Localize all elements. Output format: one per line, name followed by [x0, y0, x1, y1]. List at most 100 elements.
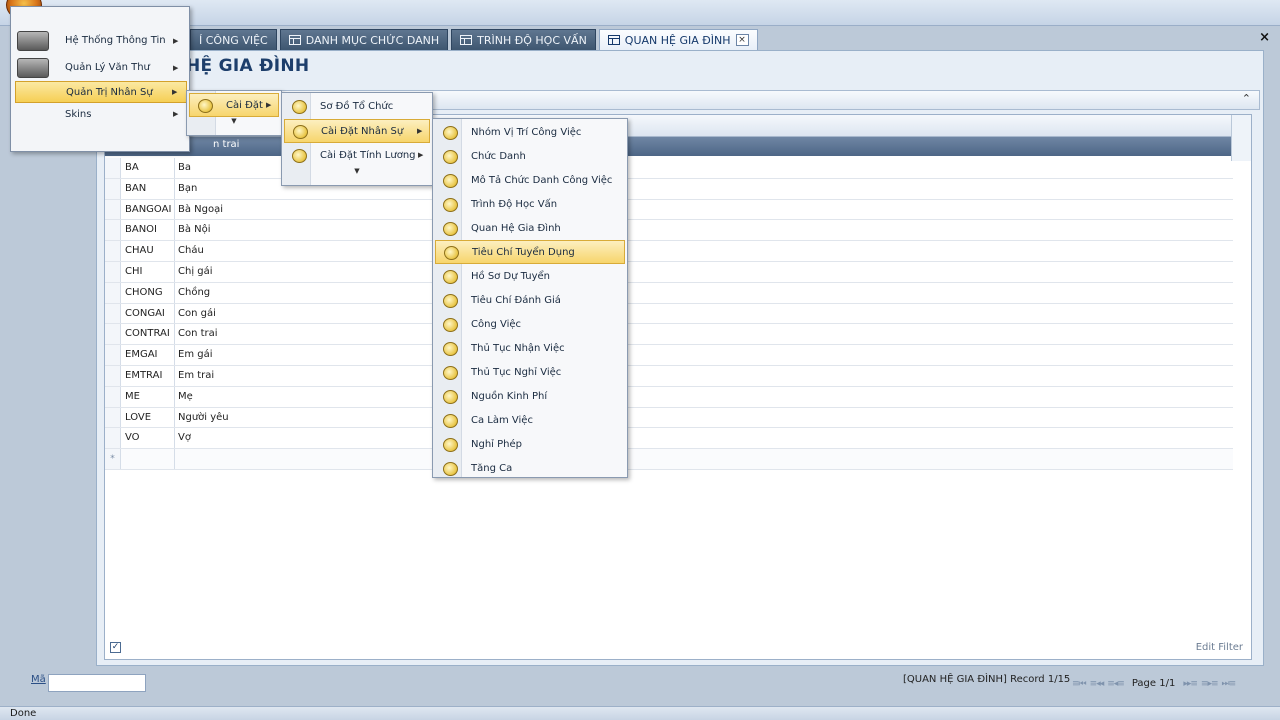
menu-item-label: Quản Lý Văn Thư — [65, 62, 150, 73]
submenu-item-cong-viec[interactable]: Công Việc — [435, 312, 625, 336]
submenu-arrow-icon: ▶ — [173, 36, 179, 45]
previous-page-icon[interactable]: ≡◂◂ — [1090, 679, 1105, 689]
table-row[interactable]: EMGAI Em gái — [105, 345, 1233, 366]
cell-code: CONGAI — [121, 303, 175, 324]
folder-icon — [442, 221, 458, 236]
menu-item-skins[interactable]: Skins ▶ — [15, 103, 187, 125]
cell-code[interactable] — [121, 449, 175, 469]
submenu-item-so-do-to-chuc[interactable]: Sơ Đồ Tổ Chức — [284, 94, 430, 118]
folder-icon — [442, 125, 458, 140]
ma-input[interactable] — [48, 674, 146, 692]
submenu-item-trinh-do-hoc-van[interactable]: Trình Độ Học Vấn — [435, 192, 625, 216]
submenu-item-label: Mô Tả Chức Danh Công Việc — [471, 174, 613, 186]
next-record-icon[interactable]: ▸▸≡ — [1183, 679, 1198, 689]
submenu-arrow-icon: ▶ — [172, 88, 178, 96]
row-indicator — [105, 282, 121, 303]
cell-name: Bà Ngoại — [178, 203, 224, 215]
folder-icon — [291, 99, 307, 114]
filter-row-text: n trai — [213, 139, 240, 150]
close-document-button[interactable]: × — [1259, 30, 1270, 45]
submenu-item-quan-he-gia-dinh[interactable]: Quan Hệ Gia Đình — [435, 216, 625, 240]
submenu-item-cai-dat-tinh-luong[interactable]: Cài Đặt Tính Lương ▶ — [284, 143, 430, 167]
more-items-chevron-icon[interactable]: ▼ — [282, 167, 432, 183]
submenu-item-nghi-phep[interactable]: Nghỉ Phép — [435, 432, 625, 456]
folder-icon — [442, 293, 458, 308]
cell-code: CHONG — [121, 282, 175, 303]
grid-filter-row[interactable]: n trai — [105, 137, 1231, 156]
submenu-item-thu-tuc-nghi-viec[interactable]: Thủ Tục Nghỉ Việc — [435, 360, 625, 384]
menu-item-quan-tri-nhan-su[interactable]: Quản Trị Nhân Sự ▶ — [15, 81, 187, 103]
table-row[interactable]: CHAU Cháu — [105, 241, 1233, 262]
cell-code: EMGAI — [121, 345, 175, 365]
row-indicator — [105, 178, 121, 199]
submenu-item-ho-so-du-tuyen[interactable]: Hồ Sơ Dự Tuyển — [435, 264, 625, 288]
submenu-item-label: Nghỉ Phép — [471, 438, 522, 450]
menu-item-he-thong-thong-tin[interactable]: Hệ Thống Thông Tin ▶ — [15, 27, 187, 54]
cell-code: BANOI — [121, 220, 175, 241]
folder-icon — [292, 124, 308, 139]
submenu-item-cai-dat-nhan-su[interactable]: Cài Đặt Nhân Sự ▶ — [284, 119, 430, 143]
new-row[interactable]: * — [105, 449, 1233, 470]
table-row[interactable]: VO Vợ — [105, 428, 1233, 450]
cell-name[interactable] — [175, 449, 1233, 469]
submenu-cai-dat-nhan-su: Nhóm Vị Trí Công Việc Chức Danh Mô Tả Ch… — [432, 118, 628, 478]
submenu-item-ca-lam-viec[interactable]: Ca Làm Việc — [435, 408, 625, 432]
table-row[interactable]: CONGAI Con gái — [105, 303, 1233, 325]
submenu-item-thu-tuc-nhan-viec[interactable]: Thủ Tục Nhận Việc — [435, 336, 625, 360]
table-row[interactable]: LOVE Người yêu — [105, 407, 1233, 429]
first-record-icon[interactable]: ≡⏮ — [1072, 679, 1087, 689]
collapse-chevron-icon[interactable]: ⌃ — [1242, 92, 1251, 105]
table-row[interactable]: CONTRAI Con trai — [105, 324, 1233, 346]
ribbon-top-strip — [0, 0, 1280, 26]
tab-trinh-do-hoc-van[interactable]: TRÌNH ĐỘ HỌC VẤN — [451, 29, 596, 50]
table-icon — [288, 35, 301, 45]
table-row[interactable]: BA Ba — [105, 158, 1233, 179]
cell-code: VO — [121, 428, 175, 449]
menu-item-quan-ly-van-thu[interactable]: Quản Lý Văn Thư ▶ — [15, 54, 187, 81]
cell-name: Vợ — [178, 432, 191, 444]
submenu-item-tieu-chi-danh-gia[interactable]: Tiêu Chí Đánh Giá — [435, 288, 625, 312]
document-picture-icon — [17, 57, 49, 78]
cell-name: Chị gái — [178, 265, 213, 277]
submenu-item-nguon-kinh-phi[interactable]: Nguồn Kinh Phí — [435, 384, 625, 408]
tab-close-button[interactable]: × — [735, 34, 749, 46]
row-indicator — [105, 241, 121, 261]
tab-danh-muc-chuc-danh[interactable]: DANH MỤC CHỨC DANH — [279, 29, 449, 50]
table-row[interactable]: ME Mẹ — [105, 386, 1233, 408]
tab-quan-he-gia-dinh[interactable]: QUAN HỆ GIA ĐÌNH × — [598, 29, 758, 50]
edit-filter-button[interactable]: Edit Filter — [1196, 642, 1243, 653]
submenu-item-label: Công Việc — [471, 318, 522, 330]
next-page-icon[interactable]: ≡▸≡ — [1201, 679, 1219, 689]
table-row[interactable]: CHONG Chồng — [105, 282, 1233, 304]
submenu-item-label: Nguồn Kinh Phí — [471, 390, 548, 402]
filter-enable-checkbox[interactable]: ✓ — [110, 642, 121, 653]
submenu-item-tang-ca[interactable]: Tăng Ca — [435, 456, 625, 480]
cell-name: Em gái — [178, 349, 213, 361]
tab-cong-viec[interactable]: Í CÔNG VIỆC — [190, 29, 277, 50]
submenu-item-mo-ta-chuc-danh-cong-viec[interactable]: Mô Tả Chức Danh Công Việc — [435, 168, 625, 192]
submenu-cai-dat: Sơ Đồ Tổ Chức Cài Đặt Nhân Sự ▶ Cài Đặt … — [281, 92, 433, 186]
submenu-item-label: Thủ Tục Nhận Việc — [471, 342, 565, 354]
folder-icon — [442, 317, 458, 332]
submenu-item-label: Cài Đặt — [226, 99, 263, 111]
more-items-chevron-icon[interactable]: ▼ — [187, 117, 281, 133]
tab-label: TRÌNH ĐỘ HỌC VẤN — [477, 33, 587, 47]
submenu-item-cai-dat[interactable]: Cài Đặt ▶ — [189, 93, 279, 117]
submenu-item-tieu-chi-tuyen-dung[interactable]: Tiêu Chí Tuyển Dụng — [435, 240, 625, 264]
cell-code: CHI — [121, 261, 175, 282]
submenu-item-label: Chức Danh — [471, 150, 526, 162]
status-bar: Done — [0, 706, 1280, 720]
cell-code: BAN — [121, 178, 175, 199]
grid-scrollbar[interactable] — [1231, 115, 1251, 161]
previous-record-icon[interactable]: ≡◂≡ — [1107, 679, 1125, 689]
table-row[interactable]: BANGOAI Bà Ngoại — [105, 199, 1233, 221]
submenu-item-chuc-danh[interactable]: Chức Danh — [435, 144, 625, 168]
table-row[interactable]: BANOI Bà Nội — [105, 220, 1233, 242]
submenu-item-nhom-vi-tri-cong-viec[interactable]: Nhóm Vị Trí Công Việc — [435, 120, 625, 144]
menu-item-label: Skins — [65, 108, 92, 120]
table-row[interactable]: BAN Bạn — [105, 178, 1233, 200]
table-row[interactable]: EMTRAI Em trai — [105, 365, 1233, 387]
ma-label[interactable]: Mã — [31, 674, 46, 685]
table-row[interactable]: CHI Chị gái — [105, 261, 1233, 283]
last-record-icon[interactable]: ⏭≡ — [1222, 679, 1237, 689]
